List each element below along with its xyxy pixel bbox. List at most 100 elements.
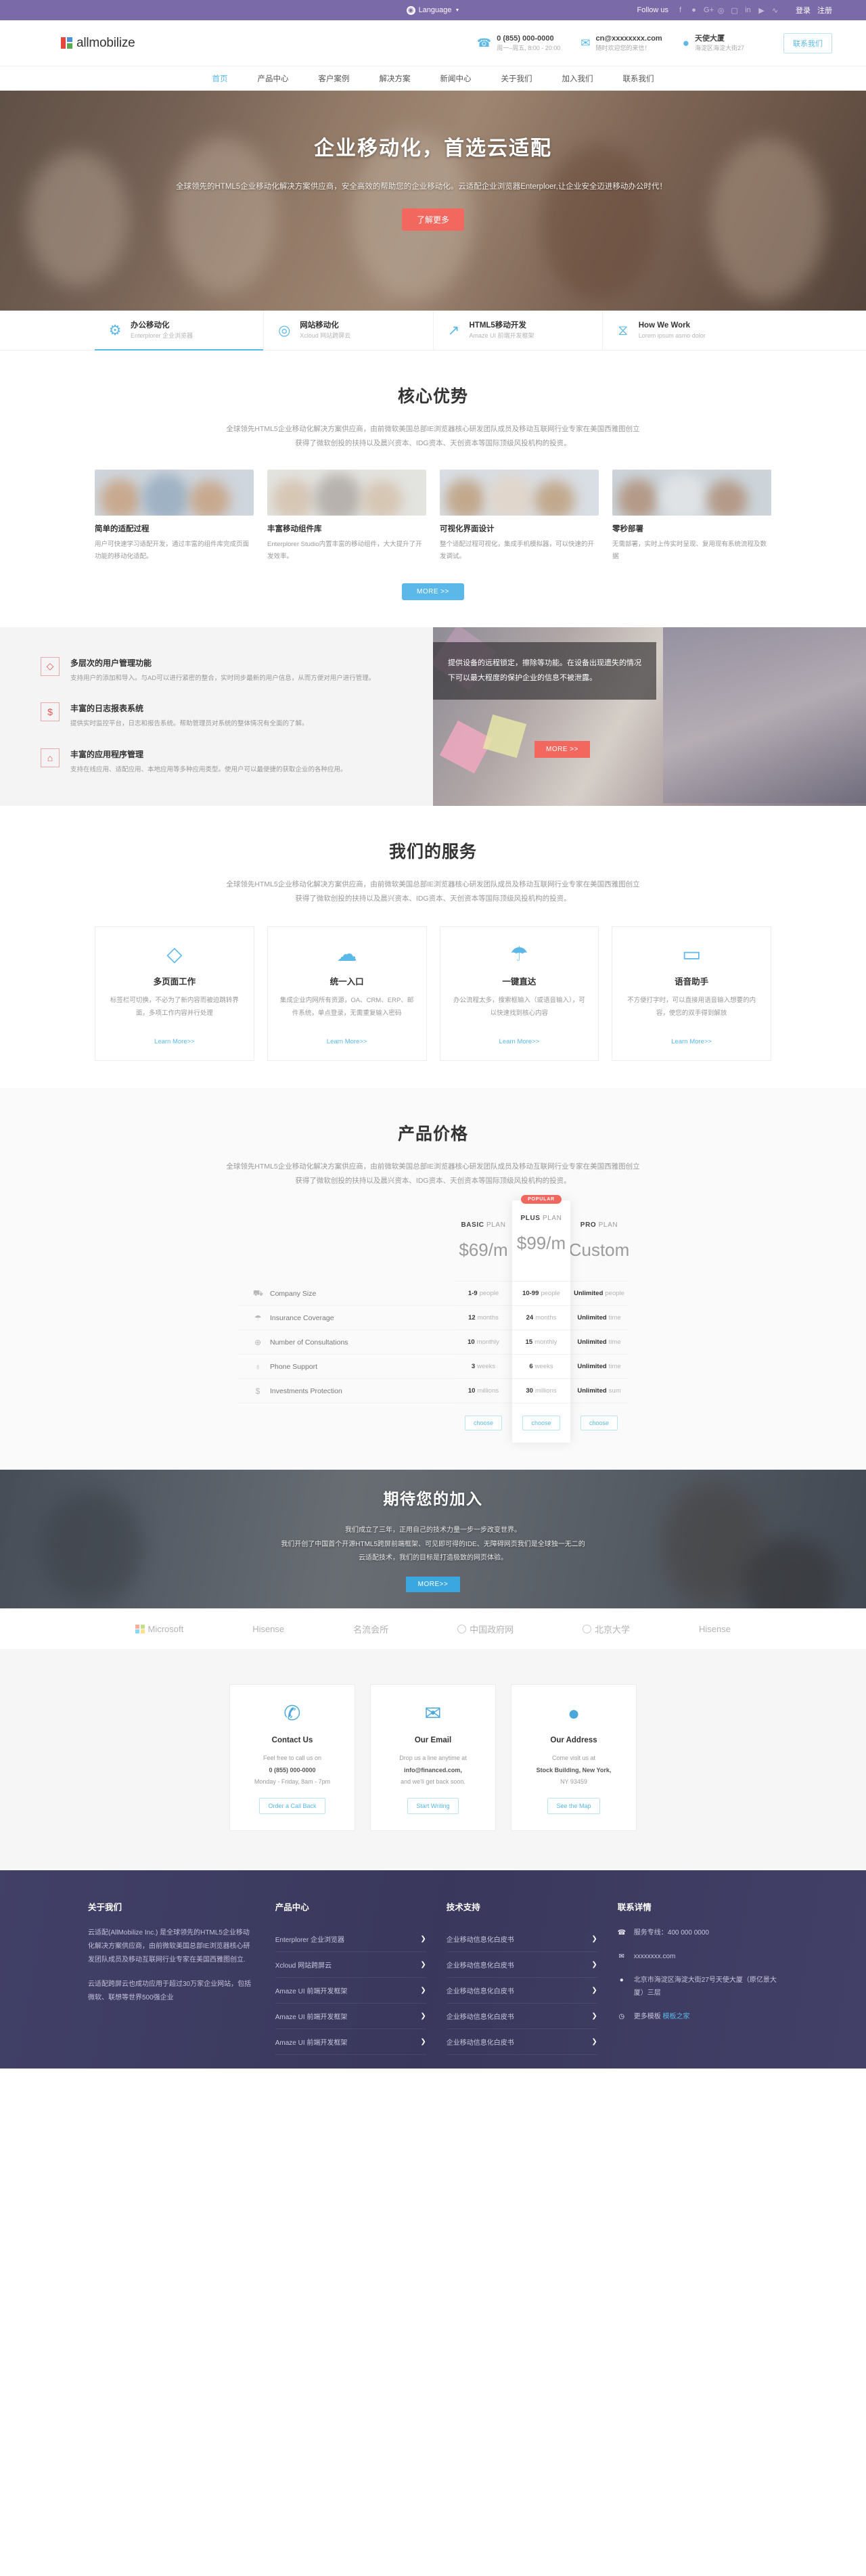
youtube-icon[interactable]: ▶ (758, 6, 765, 15)
pricing-plan-name-rest-2: PLAN (596, 1221, 618, 1229)
header-contact-button[interactable]: 联系我们 (783, 32, 832, 53)
service-card-link-2[interactable]: Learn More>> (499, 1038, 540, 1045)
advantage-card-0[interactable]: 简单的适配过程 用户可快速学习适配开发，通过丰富的组件库完成页面功能的移动化适配。 (95, 469, 254, 563)
partner-logo-3: 中国政府网 (457, 1623, 514, 1635)
footer-product-link-0[interactable]: Enterplorer 企业浏览器 ❯ (275, 1926, 426, 1953)
advantages-more-button[interactable]: MORE >> (402, 583, 464, 600)
advantage-card-2[interactable]: 可视化界面设计 整个适配过程可视化，集成手机模拟器，可以快速的开发调试。 (440, 469, 599, 563)
advantage-card-3[interactable]: 零秒部署 无需部署，实时上传实时呈现、复用现有系统流程及数据 (612, 469, 771, 563)
footer-product-link-4[interactable]: Amaze UI 前端开发框架 ❯ (275, 2029, 426, 2056)
hero-banner: 企业移动化，首选云适配 全球领先的HTML5企业移动化解决方案供应商，安全高效的… (0, 91, 866, 311)
facebook-icon[interactable]: f (677, 6, 684, 14)
service-card-3[interactable]: ▭ 语音助手 不方便打字时，可以直接用语音输入想要的内容，使您的双手得到解放 Lear… (612, 926, 771, 1062)
service-card-1[interactable]: ☁ 统一入口 集成企业内网所有资源，OA、CRM、ERP、邮件系统，单点登录，无需重… (267, 926, 427, 1062)
pricing-feature-row-4: $ Investments Protection (238, 1379, 455, 1404)
footer-tech-link-0[interactable]: 企业移动信息化白皮书 ❯ (446, 1926, 597, 1953)
nav-item-1[interactable]: 产品中心 (258, 73, 289, 84)
feature-band-more-button[interactable]: MORE >> (534, 740, 590, 758)
service-card-link-0[interactable]: Learn More>> (154, 1038, 195, 1045)
band-feature-text-2: 支持在线应用、适配应用、本地应用等多种应用类型。使用户可以最便捷的获取企业的各种… (70, 765, 347, 773)
pricing-cell-value-0-3: 3 (471, 1363, 476, 1371)
feature-tab-2[interactable]: ↗ HTML5移动开发 Amaze UI 前端开发框架 (434, 311, 603, 350)
footer-more-link[interactable]: 模板之家 (663, 2013, 690, 2020)
login-link[interactable]: 登录 (796, 5, 811, 16)
pricing-cell-2-4: Unlimited sum (570, 1379, 628, 1404)
header-address-sub: 海淀区海淀大街27 (694, 44, 744, 51)
partner-logo-1: Hisense (252, 1624, 284, 1634)
nav-item-2[interactable]: 客户案例 (319, 73, 350, 84)
user-cloud-icon: ☁ (336, 943, 357, 966)
nav-item-5[interactable]: 关于我们 (501, 73, 532, 84)
service-card-link-3[interactable]: Learn More>> (671, 1038, 712, 1045)
advantage-card-1[interactable]: 丰富移动组件库 Enterplorer Studio内置丰富的移动组件，大大提升了… (267, 469, 426, 563)
site-footer: 关于我们 云适配(AllMobilize Inc.) 是全球领先的HTML5企业… (0, 1870, 866, 2069)
feature-tab-0[interactable]: ⚙ 办公移动化 Enterplorer 企业浏览器 (95, 311, 265, 351)
feature-tab-title-0: 办公移动化 (131, 321, 170, 330)
join-banner: 期待您的加入 我们成立了三年，正用自己的技术力量一步一步改变世界。 我们开创了中… (0, 1470, 866, 1609)
googleplus-icon[interactable]: G+ (704, 6, 714, 14)
linkedin-icon[interactable]: in (744, 6, 752, 14)
footer-product-link-3[interactable]: Amaze UI 前端开发框架 ❯ (275, 2004, 426, 2030)
dollar-icon: $ (255, 1386, 260, 1396)
globe-icon: ◉ (406, 5, 415, 15)
footer-tech-link-1[interactable]: 企业移动信息化白皮书 ❯ (446, 1952, 597, 1979)
clock-icon: ◷ (618, 2013, 625, 2021)
nav-item-7[interactable]: 联系我们 (623, 73, 654, 84)
footer-tech-link-3[interactable]: 企业移动信息化白皮书 ❯ (446, 2004, 597, 2030)
brand-logo[interactable]: allmobilize (61, 36, 135, 51)
lightbulb-icon: ◎ (278, 322, 291, 338)
rss-icon[interactable]: ∿ (771, 6, 779, 15)
pricing-choose-button-1[interactable]: choose (522, 1416, 560, 1431)
service-card-link-1[interactable]: Learn More>> (327, 1038, 367, 1045)
nav-item-6[interactable]: 加入我们 (562, 73, 593, 84)
footer-product-link-1[interactable]: Xcloud 网站跨屏云 ❯ (275, 1952, 426, 1979)
diamond-icon: ◇ (166, 943, 183, 966)
contact-card-button-2[interactable]: See the Map (547, 1798, 600, 1815)
feature-tab-3[interactable]: ⧖ How We Work Lorem ipsum asmo dolor (603, 311, 771, 350)
pricing-choose-button-2[interactable]: choose (580, 1416, 618, 1431)
contact-card-button-0[interactable]: Order a Call Back (259, 1798, 325, 1815)
service-card-2[interactable]: ☂ 一键直达 办公流程太多，搜索框输入（或语音输入），可以快速找到核心内容 Learn… (439, 926, 599, 1062)
hero-cta-button[interactable]: 了解更多 (401, 208, 464, 231)
service-card-title-3: 语音助手 (675, 977, 709, 987)
language-selector[interactable]: ◉ Language ▼ (406, 5, 459, 15)
service-card-title-0: 多页面工作 (153, 977, 196, 987)
footer-about-column: 关于我们 云适配(AllMobilize Inc.) 是全球领先的HTML5企业… (88, 1900, 255, 2055)
hero-description: 全球领先的HTML5企业移动化解决方案供应商，安全高效的帮助您的企业移动化。云适… (176, 183, 667, 191)
pricing-cell-unit-2-1: time (608, 1314, 621, 1322)
instagram-icon[interactable]: ▢ (731, 6, 738, 15)
contact-card-0: ✆ Contact Us Feel free to call us on 0 (855… (229, 1684, 355, 1832)
register-link[interactable]: 注册 (817, 5, 832, 16)
service-card-0[interactable]: ◇ 多页面工作 标签栏可切换，不必为了新内容而被迫跳转界面，多项工作内容并行处理 Le… (95, 926, 254, 1062)
advantages-desc-1: 全球领先HTML5企业移动化解决方案供应商，由前微软美国总部IE浏览器核心研发团… (226, 424, 640, 433)
pricing-cell-value-2-0: Unlimited (574, 1290, 603, 1298)
nav-item-4[interactable]: 新闻中心 (440, 73, 472, 84)
service-card-title-1: 统一入口 (329, 977, 364, 987)
pricing-cell-0-1: 12 months (455, 1306, 512, 1331)
nav-item-0[interactable]: 首页 (212, 73, 228, 84)
partner-logo-2: 名流会所 (353, 1623, 388, 1635)
feature-tabs: ⚙ 办公移动化 Enterplorer 企业浏览器 ◎ 网站移动化 Xcloud 网站跨屏… (0, 311, 866, 351)
umbrella-icon: ☂ (254, 1313, 262, 1323)
pricing-cell-1-2: 15 monthly (512, 1330, 570, 1355)
partner-name-2: 名流会所 (353, 1624, 389, 1635)
join-more-button[interactable]: MORE>> (405, 1576, 461, 1592)
advantage-card-text-2: 整个适配过程可视化，集成手机模拟器，可以快速的开发调试。 (440, 540, 595, 560)
pricing-choose-button-0[interactable]: choose (464, 1416, 503, 1431)
footer-phone: ☎ 服务专线：400 000 0000 (618, 1926, 778, 1939)
pricing-cell-2-2: Unlimited time (570, 1330, 628, 1355)
footer-product-link-label-0: Enterplorer 企业浏览器 (275, 1937, 344, 1945)
phone-icon: ☎ (477, 36, 492, 49)
feature-tab-title-1: 网站移动化 (300, 321, 339, 330)
advantage-card-text-3: 无需部署，实时上传实时呈现、复用现有系统流程及数据 (612, 540, 767, 560)
footer-tech-link-4[interactable]: 企业移动信息化白皮书 ❯ (446, 2029, 597, 2056)
footer-tech-link-2[interactable]: 企业移动信息化白皮书 ❯ (446, 1978, 597, 2004)
feature-tab-1[interactable]: ◎ 网站移动化 Xcloud 网站跨屏云 (264, 311, 434, 350)
footer-product-link-label-2: Amaze UI 前端开发框架 (275, 1988, 348, 1996)
pinterest-icon[interactable]: ◎ (717, 6, 725, 15)
footer-product-link-2[interactable]: Amaze UI 前端开发框架 ❯ (275, 1978, 426, 2004)
contact-card-button-1[interactable]: Start Writing (407, 1798, 459, 1815)
twitter-icon[interactable]: ● (690, 6, 698, 14)
nav-item-3[interactable]: 解决方案 (380, 73, 411, 84)
pricing-plan-price-1: $99/m (516, 1232, 566, 1253)
